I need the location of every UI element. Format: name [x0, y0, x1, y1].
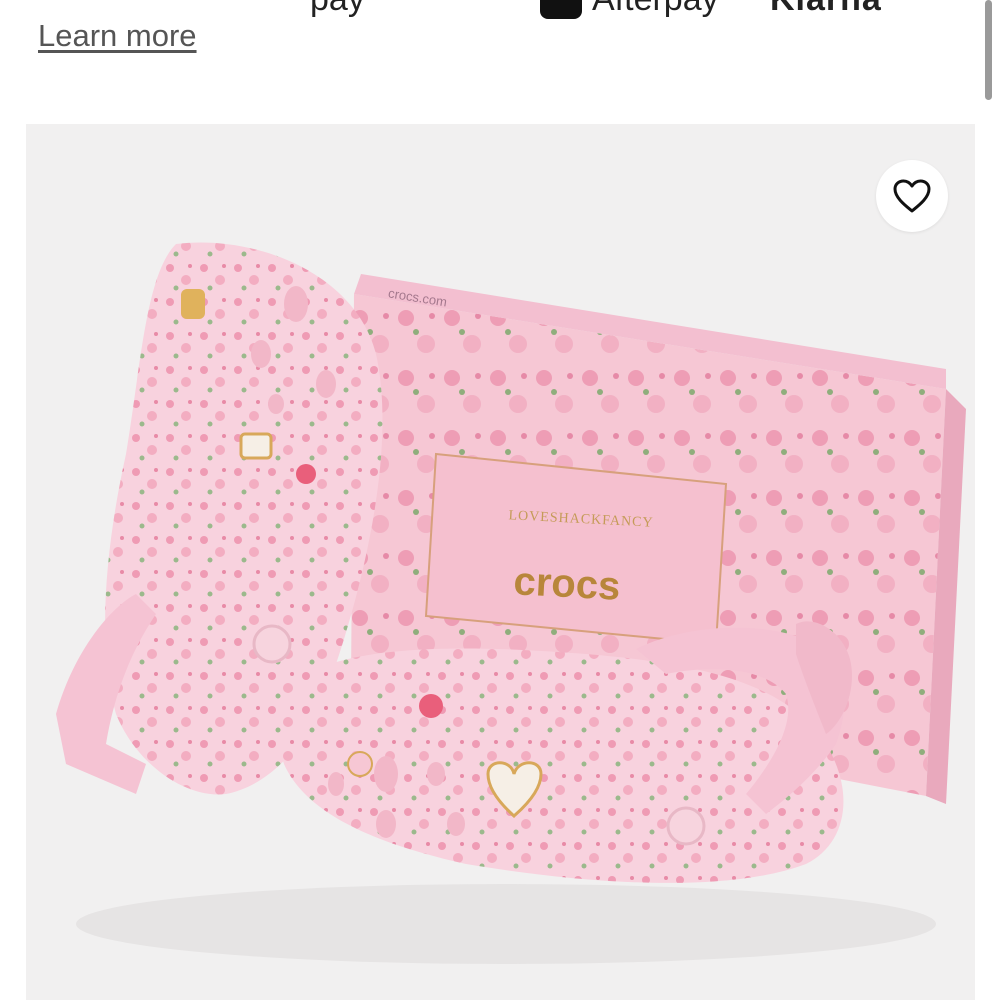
- afterpay-icon: [540, 0, 582, 19]
- afterpay-label: Afterpay: [592, 0, 719, 19]
- klarna-label: Klarna: [770, 0, 882, 19]
- scrollbar[interactable]: [985, 0, 992, 100]
- crocs-logo: crocs: [512, 559, 622, 609]
- learn-more-link[interactable]: Learn more: [38, 18, 197, 54]
- wishlist-button[interactable]: [876, 160, 948, 232]
- payment-text-cut: pay: [310, 0, 365, 19]
- payment-options-strip: pay Afterpay Klarna Learn more: [0, 0, 1000, 110]
- heart-icon: [893, 179, 931, 213]
- product-image[interactable]: LOVESHACKFANCY crocs crocs.com: [26, 124, 975, 1000]
- afterpay-option: Afterpay: [540, 0, 719, 19]
